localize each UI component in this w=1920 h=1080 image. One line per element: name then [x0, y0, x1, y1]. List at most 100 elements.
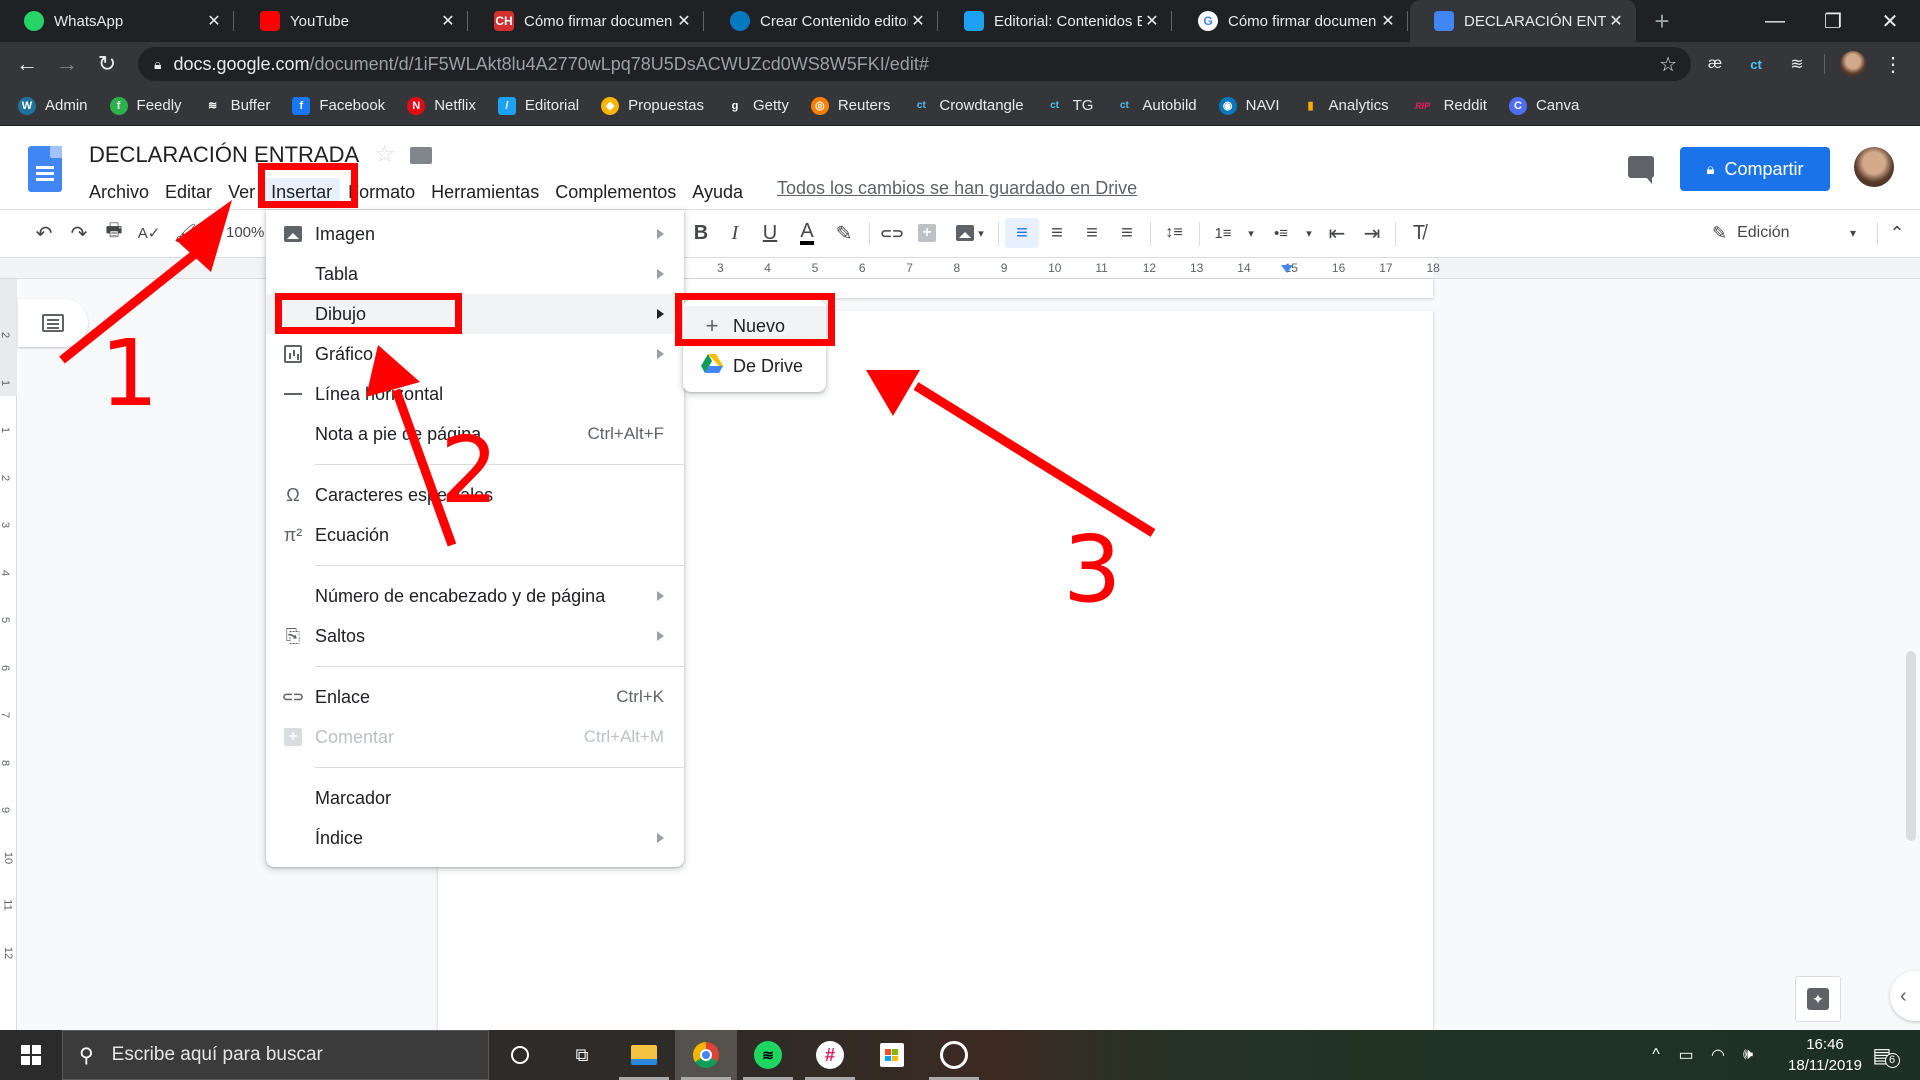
- bookmark-editorial[interactable]: / Editorial: [497, 96, 579, 115]
- zoom-select[interactable]: 100%: [226, 224, 264, 241]
- clear-formatting-button[interactable]: T̸: [1404, 218, 1434, 248]
- bookmark-feedly[interactable]: f Feedly: [109, 96, 182, 115]
- side-panel-toggle[interactable]: ‹: [1890, 971, 1920, 1021]
- bookmark-admin[interactable]: W Admin: [18, 96, 88, 115]
- italic-button[interactable]: I: [720, 218, 750, 248]
- bookmark-buffer[interactable]: ≋ Buffer: [203, 96, 270, 115]
- redo-button[interactable]: ↷: [64, 218, 94, 248]
- taskbar-spotify[interactable]: ≋: [737, 1030, 799, 1080]
- right-indent-marker[interactable]: [1281, 265, 1293, 273]
- menu-ver[interactable]: Ver: [220, 178, 263, 206]
- paint-format-button[interactable]: 🖌: [170, 218, 200, 248]
- close-tab-icon[interactable]: ✕: [1142, 11, 1162, 31]
- show-hidden-icons-button[interactable]: ^: [1644, 1030, 1668, 1080]
- link-button[interactable]: ⊂⊃: [877, 218, 907, 248]
- close-tab-icon[interactable]: ✕: [908, 11, 928, 31]
- bookmark-canva[interactable]: C Canva: [1508, 96, 1579, 115]
- align-center-button[interactable]: ≡: [1042, 218, 1072, 248]
- extension-buffer-icon[interactable]: ≋: [1782, 50, 1812, 78]
- editing-mode-select[interactable]: ✎ Edición ▾: [1712, 218, 1856, 248]
- menu-editar[interactable]: Editar: [157, 178, 220, 206]
- underline-button[interactable]: U: [755, 218, 785, 248]
- menu-item-enlace[interactable]: ⊂⊃ Enlace Ctrl+K: [266, 677, 684, 717]
- numbered-list-dropdown[interactable]: ▾: [1236, 218, 1266, 248]
- new-tab-button[interactable]: +: [1632, 0, 1692, 42]
- account-avatar[interactable]: [1854, 147, 1894, 187]
- maximize-button[interactable]: ❐: [1803, 0, 1863, 42]
- submenu-item-de-drive[interactable]: De Drive: [683, 346, 826, 386]
- bookmark-star-icon[interactable]: ☆: [1659, 52, 1677, 77]
- bookmark-analytics[interactable]: ▮ Analytics: [1302, 97, 1389, 115]
- collapse-menus-button[interactable]: ⌃: [1882, 218, 1912, 248]
- minimize-button[interactable]: —: [1745, 0, 1805, 42]
- numbered-list-button[interactable]: 1≡: [1208, 218, 1238, 248]
- line-spacing-button[interactable]: ↕≡: [1159, 218, 1189, 248]
- browser-tab[interactable]: G Cómo firmar documen ✕: [1174, 0, 1408, 42]
- align-left-button[interactable]: ≡: [1005, 218, 1039, 248]
- bookmark-reddit[interactable]: RIP Reddit: [1410, 96, 1487, 115]
- align-right-button[interactable]: ≡: [1077, 218, 1107, 248]
- chrome-menu-icon[interactable]: ⋮: [1878, 50, 1908, 78]
- menu-item-índice[interactable]: Índice: [266, 818, 684, 858]
- browser-tab[interactable]: WhatsApp ✕: [0, 0, 234, 42]
- increase-indent-button[interactable]: ⇥: [1357, 218, 1387, 248]
- undo-button[interactable]: ↶: [29, 218, 59, 248]
- reload-button[interactable]: ↻: [89, 42, 125, 86]
- insert-image-button[interactable]: ▾: [948, 218, 992, 248]
- close-tab-icon[interactable]: ✕: [204, 11, 224, 31]
- browser-tab[interactable]: Crear Contenido editor ✕: [706, 0, 938, 42]
- menu-archivo[interactable]: Archivo: [81, 178, 157, 206]
- menu-complementos[interactable]: Complementos: [547, 178, 684, 206]
- close-window-button[interactable]: ✕: [1860, 0, 1920, 42]
- taskbar-microsoft-store[interactable]: [861, 1030, 923, 1080]
- forward-button[interactable]: →: [49, 42, 85, 86]
- vertical-scrollbar[interactable]: [1906, 651, 1916, 841]
- vertical-ruler[interactable]: 2 1 1 2 3 4 5 6 7 8 9 10 11 12: [0, 279, 17, 1030]
- menu-item-imagen[interactable]: Imagen: [266, 214, 684, 254]
- menu-item-tabla[interactable]: Tabla: [266, 254, 684, 294]
- decrease-indent-button[interactable]: ⇤: [1322, 218, 1352, 248]
- bulleted-list-dropdown[interactable]: ▾: [1294, 218, 1324, 248]
- bookmark-crowdtangle[interactable]: ct Crowdtangle: [912, 96, 1024, 115]
- justify-button[interactable]: ≡: [1112, 218, 1142, 248]
- menu-item-número-de-encabezado-y-de-página[interactable]: Número de encabezado y de página: [266, 576, 684, 616]
- folder-icon[interactable]: [410, 147, 432, 164]
- google-docs-logo-icon[interactable]: [28, 146, 62, 192]
- taskbar-chrome[interactable]: [675, 1030, 737, 1080]
- bookmark-facebook[interactable]: f Facebook: [292, 96, 385, 115]
- browser-tab[interactable]: DECLARACIÓN ENTRAD✕: [1410, 0, 1636, 42]
- battery-icon[interactable]: ▭: [1672, 1030, 1700, 1080]
- menu-herramientas[interactable]: Herramientas: [423, 178, 547, 206]
- close-tab-icon[interactable]: ✕: [438, 11, 458, 31]
- cortana-button[interactable]: [489, 1030, 551, 1080]
- close-tab-icon[interactable]: ✕: [1606, 11, 1626, 31]
- address-bar[interactable]: 🔒︎ docs.google.com/document/d/1iF5WLAkt8…: [138, 47, 1691, 81]
- bookmark-getty[interactable]: g Getty: [725, 96, 789, 115]
- browser-tab[interactable]: Editorial: Contenidos E ✕: [940, 0, 1172, 42]
- print-button[interactable]: 🖶: [99, 218, 129, 248]
- save-status-link[interactable]: Todos los cambios se han guardado en Dri…: [769, 178, 1145, 206]
- add-comment-button[interactable]: +: [912, 218, 942, 248]
- bookmark-autobild[interactable]: ct Autobild: [1115, 96, 1197, 115]
- spellcheck-button[interactable]: A✓: [134, 218, 164, 248]
- star-icon[interactable]: ☆: [374, 140, 396, 169]
- share-button[interactable]: 🔒︎ Compartir: [1680, 147, 1830, 191]
- text-color-button[interactable]: A: [792, 218, 822, 248]
- bold-button[interactable]: B: [686, 218, 716, 248]
- taskbar-file-explorer[interactable]: [613, 1030, 675, 1080]
- task-view-button[interactable]: ⧉: [551, 1030, 613, 1080]
- wifi-icon[interactable]: ◠: [1704, 1030, 1732, 1080]
- volume-icon[interactable]: 🕪: [1734, 1030, 1762, 1080]
- close-tab-icon[interactable]: ✕: [674, 11, 694, 31]
- highlight-button[interactable]: ✎: [829, 218, 859, 248]
- bulleted-list-button[interactable]: •≡: [1266, 218, 1296, 248]
- comments-icon[interactable]: [1628, 156, 1654, 184]
- menu-item-saltos[interactable]: ⎘ Saltos: [266, 616, 684, 656]
- menu-item-línea-horizontal[interactable]: Línea horizontal: [266, 374, 684, 414]
- bookmark-propuestas[interactable]: ◆ Propuestas: [601, 96, 704, 115]
- bookmark-tg[interactable]: ct TG: [1045, 96, 1093, 115]
- close-tab-icon[interactable]: ✕: [1378, 11, 1398, 31]
- browser-tab[interactable]: CH Cómo firmar documen ✕: [470, 0, 704, 42]
- document-outline-button[interactable]: [18, 299, 88, 347]
- bookmark-reuters[interactable]: ◎ Reuters: [810, 96, 890, 115]
